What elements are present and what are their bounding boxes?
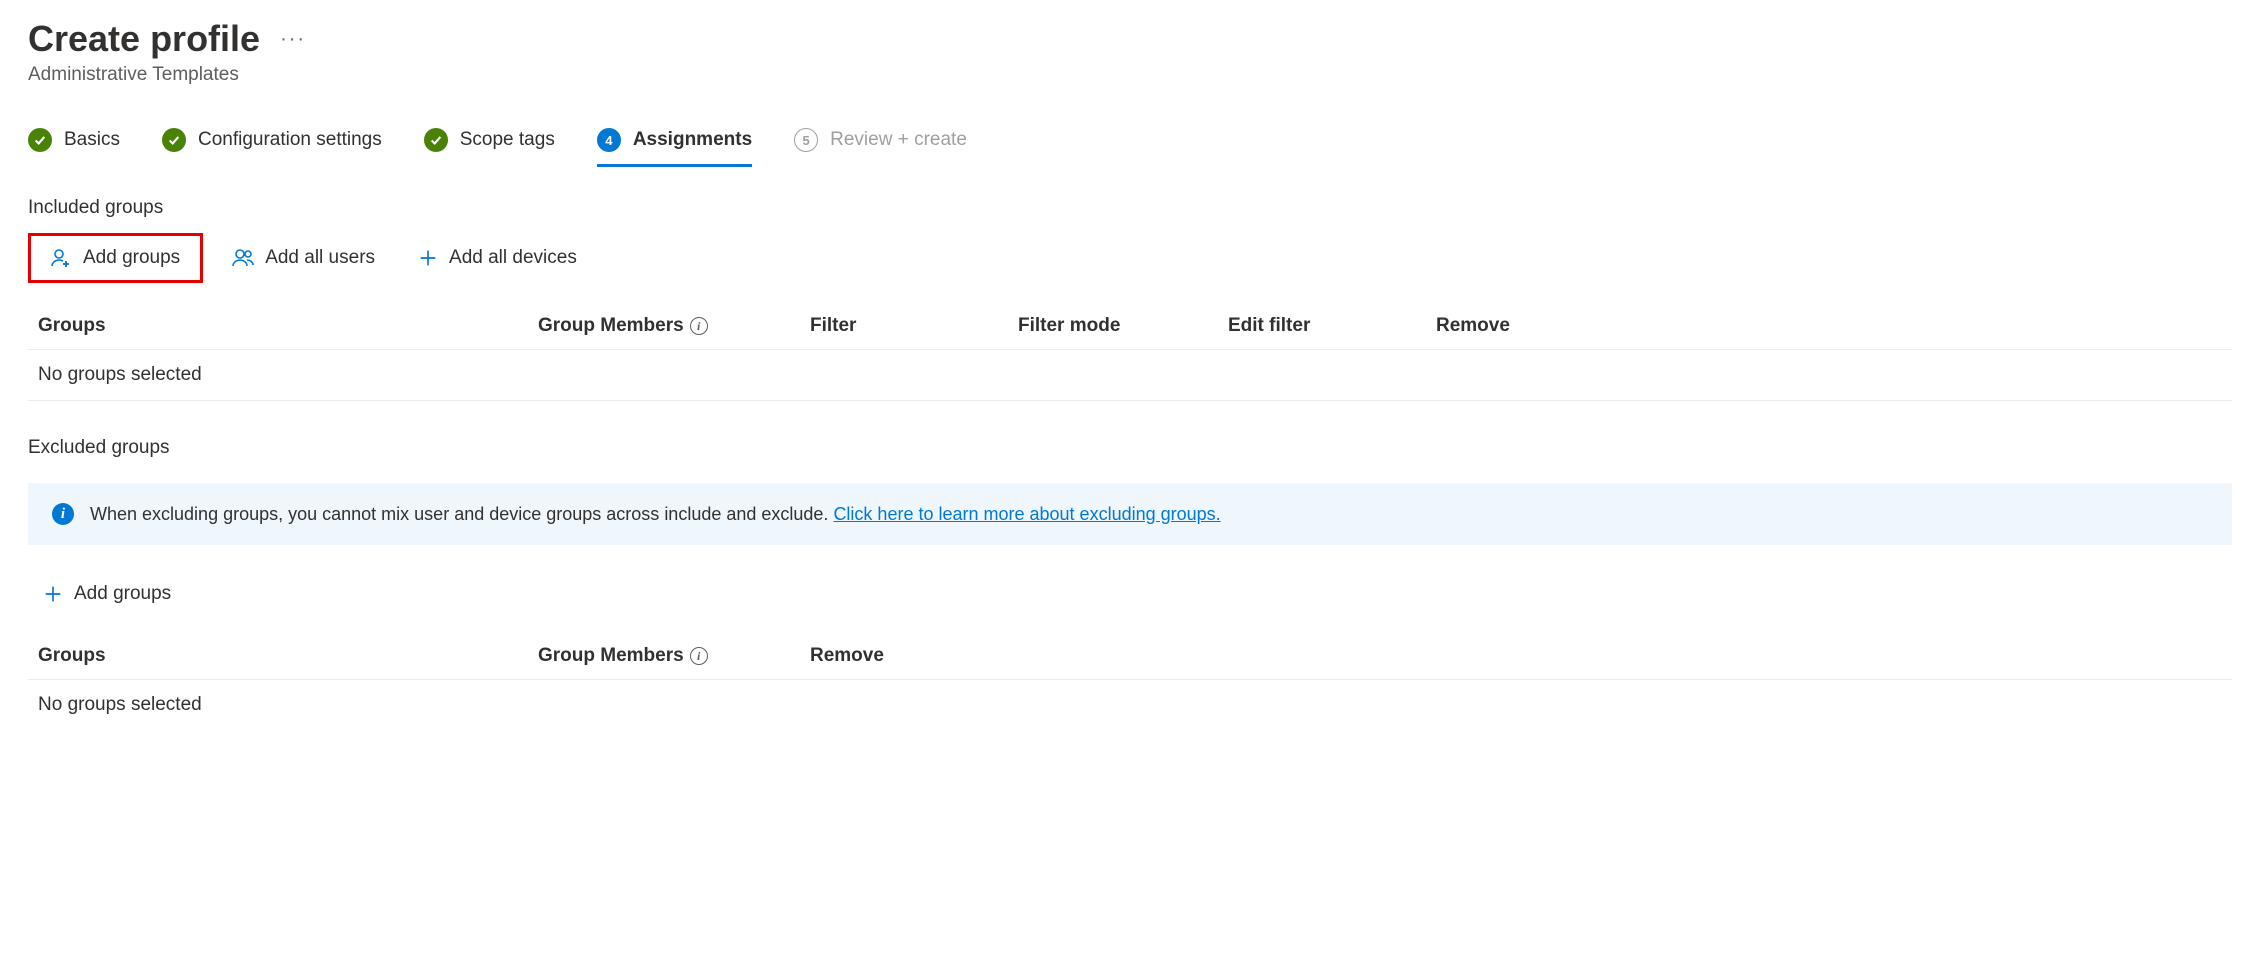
step-number-icon: 5 (794, 128, 818, 152)
col-filter: Filter (810, 315, 1018, 337)
highlight-annotation: Add groups (28, 233, 203, 283)
step-label: Configuration settings (198, 129, 382, 151)
info-icon[interactable]: i (690, 317, 708, 335)
step-label: Scope tags (460, 129, 555, 151)
learn-more-link[interactable]: Click here to learn more about excluding… (833, 504, 1220, 524)
empty-message: No groups selected (38, 694, 538, 716)
col-groups: Groups (38, 315, 538, 337)
table-header-row: Groups Group Members i Remove (28, 637, 2232, 680)
step-number-icon: 4 (597, 128, 621, 152)
check-icon (424, 128, 448, 152)
included-groups-table: Groups Group Members i Filter Filter mod… (28, 307, 2232, 401)
step-configuration-settings[interactable]: Configuration settings (162, 128, 382, 167)
plus-icon (417, 247, 439, 269)
more-actions-icon[interactable]: ··· (280, 28, 306, 51)
excluded-add-groups-button[interactable]: Add groups (28, 575, 2232, 613)
col-group-members: Group Members i (538, 645, 810, 667)
step-scope-tags[interactable]: Scope tags (424, 128, 555, 167)
button-label: Add all users (265, 247, 375, 269)
page-title: Create profile (28, 18, 260, 60)
step-label: Basics (64, 129, 120, 151)
add-groups-button[interactable]: Add groups (35, 238, 194, 278)
banner-text: When excluding groups, you cannot mix us… (90, 504, 1221, 525)
col-edit-filter: Edit filter (1228, 315, 1436, 337)
info-banner: i When excluding groups, you cannot mix … (28, 483, 2232, 545)
check-icon (162, 128, 186, 152)
step-label: Review + create (830, 129, 967, 151)
step-review-create[interactable]: 5 Review + create (794, 128, 967, 167)
people-icon (231, 246, 255, 270)
included-action-bar: Add groups Add all users Add all devices (28, 233, 2232, 283)
add-all-devices-button[interactable]: Add all devices (403, 239, 591, 277)
col-group-members: Group Members i (538, 315, 810, 337)
table-header-row: Groups Group Members i Filter Filter mod… (28, 307, 2232, 350)
excluded-groups-heading: Excluded groups (28, 437, 2232, 459)
info-icon: i (52, 503, 74, 525)
page-subtitle: Administrative Templates (28, 64, 2232, 86)
col-filter-mode: Filter mode (1018, 315, 1228, 337)
step-assignments[interactable]: 4 Assignments (597, 128, 752, 167)
table-row: No groups selected (28, 350, 2232, 401)
empty-message: No groups selected (38, 364, 538, 386)
included-groups-heading: Included groups (28, 197, 2232, 219)
col-remove: Remove (810, 645, 2222, 667)
plus-icon (42, 583, 64, 605)
wizard-steps: Basics Configuration settings Scope tags… (28, 128, 2232, 167)
step-label: Assignments (633, 129, 752, 151)
check-icon (28, 128, 52, 152)
button-label: Add groups (74, 583, 171, 605)
excluded-groups-table: Groups Group Members i Remove No groups … (28, 637, 2232, 730)
table-row: No groups selected (28, 680, 2232, 730)
col-remove: Remove (1436, 315, 2222, 337)
button-label: Add all devices (449, 247, 577, 269)
info-icon[interactable]: i (690, 647, 708, 665)
button-label: Add groups (83, 247, 180, 269)
person-add-icon (49, 246, 73, 270)
step-basics[interactable]: Basics (28, 128, 120, 167)
add-all-users-button[interactable]: Add all users (217, 238, 389, 278)
col-groups: Groups (38, 645, 538, 667)
